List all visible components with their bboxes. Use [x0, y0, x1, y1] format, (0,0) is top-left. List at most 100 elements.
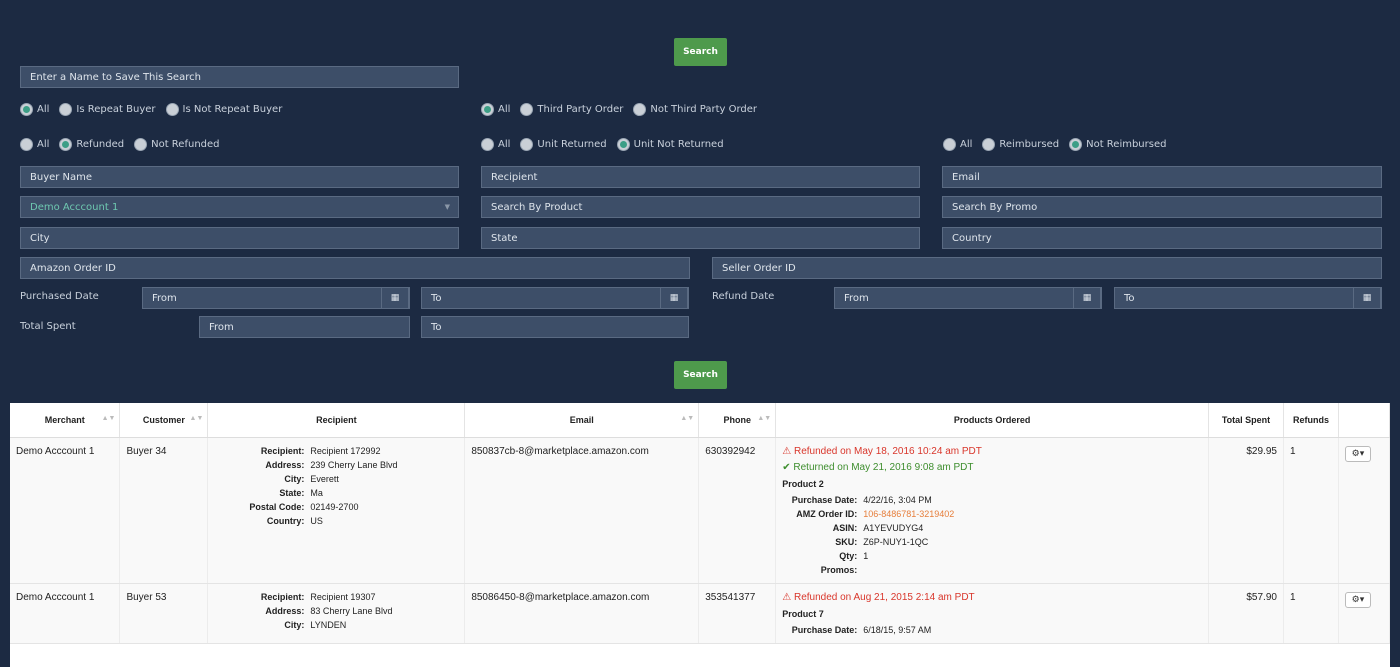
warning-icon: ⚠: [782, 591, 794, 603]
results-table: Merchant ▲▼ Customer ▲▼ Recipient Email ▲▼ …: [10, 403, 1390, 644]
detail-value: 83 Cherry Lane Blvd: [310, 605, 393, 616]
seller-order-id-input[interactable]: Seller Order ID: [712, 257, 1382, 279]
radio-dot: [481, 138, 494, 151]
radio-refund-all[interactable]: All: [20, 138, 49, 151]
third-party-filter: All Third Party Order Not Third Party Or…: [481, 103, 767, 116]
product-name: Product 7: [782, 608, 824, 619]
search-promo-input[interactable]: Search By Promo: [942, 196, 1382, 218]
calendar-icon[interactable]: ▦: [1073, 287, 1101, 309]
calendar-icon[interactable]: ▦: [660, 287, 688, 309]
country-input[interactable]: Country: [942, 227, 1382, 249]
cell-phone: 630392942: [698, 437, 777, 584]
calendar-icon[interactable]: ▦: [1353, 287, 1381, 309]
radio-label: Not Third Party Order: [650, 104, 757, 115]
cell-customer: Buyer 34: [119, 437, 209, 584]
column-header-email[interactable]: Email ▲▼: [464, 403, 700, 438]
refund-status-text: Refunded on May 18, 2016 10:24 am PDT: [793, 445, 982, 457]
detail-key: State:: [279, 487, 305, 498]
detail-key: Address:: [265, 459, 305, 470]
radio-not-refunded[interactable]: Not Refunded: [134, 138, 220, 151]
search-button-top[interactable]: Search: [674, 38, 727, 66]
gear-icon: ⚙▾: [1351, 448, 1365, 458]
header-label: Merchant: [44, 414, 85, 425]
radio-returned-all[interactable]: All: [481, 138, 510, 151]
detail-value: A1YEVUDYG4: [863, 522, 924, 533]
detail-key: Purchase Date:: [791, 624, 858, 635]
amazon-order-id-input[interactable]: Amazon Order ID: [20, 257, 690, 279]
merchant-select-value: Demo Acccount 1: [30, 201, 119, 213]
cell-total-spent: $29.95: [1208, 437, 1284, 584]
radio-label: All: [498, 104, 511, 115]
date-placeholder: To: [431, 292, 442, 304]
row-actions-button[interactable]: ⚙▾: [1344, 445, 1371, 462]
cell-phone: 353541377: [698, 583, 777, 644]
return-status-text: Returned on May 21, 2016 9:08 am PDT: [793, 461, 974, 473]
cell-total-spent: $57.90: [1208, 583, 1284, 644]
refund-date-from-input[interactable]: From ▦: [834, 287, 1102, 309]
sort-icon[interactable]: ▲▼: [190, 415, 204, 422]
radio-dot: [20, 138, 33, 151]
radio-reimbursed-all[interactable]: All: [943, 138, 972, 151]
cell-recipient: Recipient: Recipient 172992 Address: 239 C…: [207, 437, 466, 584]
detail-value: 6/18/15, 9:57 AM: [863, 624, 932, 635]
email-input[interactable]: Email: [942, 166, 1382, 188]
search-button-bottom[interactable]: Search: [674, 361, 727, 389]
detail-value: Everett: [310, 473, 339, 484]
detail-key: Recipient:: [260, 445, 305, 456]
product-details: Purchase Date: 4/22/16, 3:04 PM AMZ Order…: [782, 495, 1202, 575]
radio-refunded[interactable]: Refunded: [59, 138, 124, 151]
sort-icon[interactable]: ▲▼: [680, 415, 694, 422]
column-header-merchant[interactable]: Merchant ▲▼: [10, 403, 121, 438]
column-header-products-ordered: Products Ordered: [775, 403, 1209, 438]
column-header-phone[interactable]: Phone ▲▼: [698, 403, 777, 438]
detail-key: Promos:: [820, 564, 858, 575]
total-spent-from-input[interactable]: From: [199, 316, 410, 338]
radio-is-repeat-buyer[interactable]: Is Repeat Buyer: [59, 103, 156, 116]
cell-customer: Buyer 53: [119, 583, 209, 644]
radio-unit-not-returned[interactable]: Unit Not Returned: [616, 138, 724, 151]
detail-value: Ma: [310, 487, 323, 498]
purchased-date-from-input[interactable]: From ▦: [142, 287, 410, 309]
save-search-name-input[interactable]: Enter a Name to Save This Search: [20, 66, 459, 88]
refund-date-to-input[interactable]: To ▦: [1114, 287, 1382, 309]
table-row: Demo Acccount 1 Buyer 34 Recipient: Recip…: [10, 437, 1390, 584]
cell-actions: ⚙▾: [1338, 583, 1390, 644]
column-header-customer[interactable]: Customer ▲▼: [119, 403, 209, 438]
radio-repeat-all[interactable]: All: [20, 103, 49, 116]
product-details: Purchase Date: 6/18/15, 9:57 AM: [782, 625, 1202, 635]
radio-not-reimbursed[interactable]: Not Reimbursed: [1069, 138, 1166, 151]
amz-order-id-link[interactable]: 106-8486781-3219402: [863, 509, 1202, 519]
detail-key: SKU:: [835, 536, 858, 547]
radio-is-not-repeat-buyer[interactable]: Is Not Repeat Buyer: [165, 103, 282, 116]
refund-date-label: Refund Date: [712, 291, 775, 302]
header-label: Refunds: [1292, 414, 1329, 425]
detail-key: City:: [284, 473, 305, 484]
city-input[interactable]: City: [20, 227, 459, 249]
sort-icon[interactable]: ▲▼: [757, 415, 771, 422]
search-product-input[interactable]: Search By Product: [481, 196, 920, 218]
product-name: Product 2: [782, 478, 824, 489]
radio-dot: [481, 103, 494, 116]
header-label: Total Spent: [1221, 414, 1271, 425]
sort-icon[interactable]: ▲▼: [102, 415, 116, 422]
radio-label: Third Party Order: [537, 104, 624, 115]
column-header-actions: [1338, 403, 1390, 438]
radio-unit-returned[interactable]: Unit Returned: [520, 138, 607, 151]
merchant-select[interactable]: Demo Acccount 1 ▼: [20, 196, 459, 218]
buyer-name-input[interactable]: Buyer Name: [20, 166, 459, 188]
detail-key: Address:: [265, 605, 305, 616]
radio-not-third-party-order[interactable]: Not Third Party Order: [633, 103, 757, 116]
radio-third-party-order[interactable]: Third Party Order: [520, 103, 623, 116]
purchased-date-to-input[interactable]: To ▦: [421, 287, 689, 309]
date-placeholder: To: [1124, 292, 1135, 304]
total-spent-to-input[interactable]: To: [421, 316, 689, 338]
radio-reimbursed[interactable]: Reimbursed: [982, 138, 1059, 151]
radio-dot: [616, 138, 630, 151]
recipient-input[interactable]: Recipient: [481, 166, 920, 188]
calendar-icon[interactable]: ▦: [381, 287, 409, 309]
cell-recipient: Recipient: Recipient 19307 Address: 83 Che…: [207, 583, 466, 644]
row-actions-button[interactable]: ⚙▾: [1344, 591, 1371, 608]
radio-third-party-all[interactable]: All: [481, 103, 510, 116]
radio-dot: [520, 103, 534, 116]
state-input[interactable]: State: [481, 227, 920, 249]
